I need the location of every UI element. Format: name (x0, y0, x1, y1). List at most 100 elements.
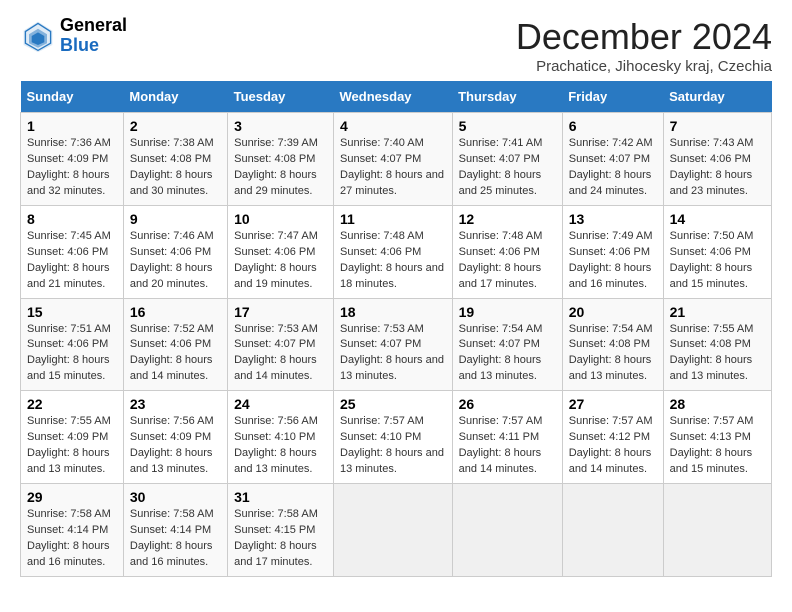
calendar-cell: 20 Sunrise: 7:54 AM Sunset: 4:08 PM Dayl… (562, 298, 663, 391)
day-number: 8 (27, 211, 117, 227)
calendar-cell: 31 Sunrise: 7:58 AM Sunset: 4:15 PM Dayl… (228, 484, 334, 577)
calendar-cell: 7 Sunrise: 7:43 AM Sunset: 4:06 PM Dayli… (663, 113, 771, 206)
header-friday: Friday (562, 81, 663, 113)
sunset-text: Sunset: 4:08 PM (234, 153, 315, 165)
day-number: 10 (234, 211, 327, 227)
header-saturday: Saturday (663, 81, 771, 113)
daylight-text: Daylight: 8 hours and 29 minutes. (234, 169, 317, 197)
sunrise-text: Sunrise: 7:42 AM (569, 137, 653, 149)
day-detail: Sunrise: 7:40 AM Sunset: 4:07 PM Dayligh… (340, 136, 446, 200)
sunset-text: Sunset: 4:14 PM (130, 524, 211, 536)
day-number: 7 (670, 118, 765, 134)
day-detail: Sunrise: 7:39 AM Sunset: 4:08 PM Dayligh… (234, 136, 327, 200)
calendar-cell: 29 Sunrise: 7:58 AM Sunset: 4:14 PM Dayl… (21, 484, 124, 577)
day-number: 23 (130, 396, 221, 412)
logo-icon (20, 18, 56, 54)
calendar-cell: 11 Sunrise: 7:48 AM Sunset: 4:06 PM Dayl… (334, 205, 453, 298)
sunrise-text: Sunrise: 7:50 AM (670, 230, 754, 242)
sunset-text: Sunset: 4:09 PM (130, 431, 211, 443)
sunset-text: Sunset: 4:06 PM (27, 338, 108, 350)
sunrise-text: Sunrise: 7:46 AM (130, 230, 214, 242)
day-detail: Sunrise: 7:57 AM Sunset: 4:13 PM Dayligh… (670, 414, 765, 478)
sunset-text: Sunset: 4:06 PM (130, 338, 211, 350)
day-detail: Sunrise: 7:56 AM Sunset: 4:09 PM Dayligh… (130, 414, 221, 478)
day-detail: Sunrise: 7:57 AM Sunset: 4:10 PM Dayligh… (340, 414, 446, 478)
day-detail: Sunrise: 7:36 AM Sunset: 4:09 PM Dayligh… (27, 136, 117, 200)
day-detail: Sunrise: 7:53 AM Sunset: 4:07 PM Dayligh… (234, 322, 327, 386)
sunset-text: Sunset: 4:12 PM (569, 431, 650, 443)
sunset-text: Sunset: 4:07 PM (340, 338, 421, 350)
day-detail: Sunrise: 7:50 AM Sunset: 4:06 PM Dayligh… (670, 229, 765, 293)
page-header: General Blue December 2024 Prachatice, J… (20, 16, 772, 75)
logo: General Blue (20, 16, 127, 56)
daylight-text: Daylight: 8 hours and 23 minutes. (670, 169, 753, 197)
sunset-text: Sunset: 4:14 PM (27, 524, 108, 536)
daylight-text: Daylight: 8 hours and 25 minutes. (459, 169, 542, 197)
daylight-text: Daylight: 8 hours and 13 minutes. (234, 447, 317, 475)
header-thursday: Thursday (452, 81, 562, 113)
daylight-text: Daylight: 8 hours and 15 minutes. (670, 262, 753, 290)
sunrise-text: Sunrise: 7:43 AM (670, 137, 754, 149)
calendar-cell (334, 484, 453, 577)
header-tuesday: Tuesday (228, 81, 334, 113)
calendar-cell: 17 Sunrise: 7:53 AM Sunset: 4:07 PM Dayl… (228, 298, 334, 391)
calendar-cell: 4 Sunrise: 7:40 AM Sunset: 4:07 PM Dayli… (334, 113, 453, 206)
calendar-cell: 12 Sunrise: 7:48 AM Sunset: 4:06 PM Dayl… (452, 205, 562, 298)
day-detail: Sunrise: 7:55 AM Sunset: 4:09 PM Dayligh… (27, 414, 117, 478)
calendar-cell: 1 Sunrise: 7:36 AM Sunset: 4:09 PM Dayli… (21, 113, 124, 206)
sunset-text: Sunset: 4:13 PM (670, 431, 751, 443)
day-detail: Sunrise: 7:58 AM Sunset: 4:14 PM Dayligh… (130, 507, 221, 571)
day-number: 26 (459, 396, 556, 412)
day-detail: Sunrise: 7:48 AM Sunset: 4:06 PM Dayligh… (459, 229, 556, 293)
day-detail: Sunrise: 7:42 AM Sunset: 4:07 PM Dayligh… (569, 136, 657, 200)
sunrise-text: Sunrise: 7:54 AM (569, 323, 653, 335)
daylight-text: Daylight: 8 hours and 16 minutes. (27, 540, 110, 568)
sunrise-text: Sunrise: 7:41 AM (459, 137, 543, 149)
day-number: 14 (670, 211, 765, 227)
day-detail: Sunrise: 7:45 AM Sunset: 4:06 PM Dayligh… (27, 229, 117, 293)
sunrise-text: Sunrise: 7:52 AM (130, 323, 214, 335)
calendar-cell: 26 Sunrise: 7:57 AM Sunset: 4:11 PM Dayl… (452, 391, 562, 484)
calendar-cell: 3 Sunrise: 7:39 AM Sunset: 4:08 PM Dayli… (228, 113, 334, 206)
sunrise-text: Sunrise: 7:40 AM (340, 137, 424, 149)
daylight-text: Daylight: 8 hours and 21 minutes. (27, 262, 110, 290)
calendar-cell: 30 Sunrise: 7:58 AM Sunset: 4:14 PM Dayl… (123, 484, 227, 577)
sunset-text: Sunset: 4:06 PM (569, 246, 650, 258)
day-detail: Sunrise: 7:53 AM Sunset: 4:07 PM Dayligh… (340, 322, 446, 386)
header-sunday: Sunday (21, 81, 124, 113)
daylight-text: Daylight: 8 hours and 15 minutes. (670, 447, 753, 475)
calendar-cell: 19 Sunrise: 7:54 AM Sunset: 4:07 PM Dayl… (452, 298, 562, 391)
sunrise-text: Sunrise: 7:55 AM (27, 415, 111, 427)
sunset-text: Sunset: 4:07 PM (459, 153, 540, 165)
calendar-week-row: 15 Sunrise: 7:51 AM Sunset: 4:06 PM Dayl… (21, 298, 772, 391)
sunset-text: Sunset: 4:06 PM (459, 246, 540, 258)
daylight-text: Daylight: 8 hours and 13 minutes. (27, 447, 110, 475)
calendar-cell: 10 Sunrise: 7:47 AM Sunset: 4:06 PM Dayl… (228, 205, 334, 298)
sunrise-text: Sunrise: 7:36 AM (27, 137, 111, 149)
calendar-cell: 14 Sunrise: 7:50 AM Sunset: 4:06 PM Dayl… (663, 205, 771, 298)
day-detail: Sunrise: 7:38 AM Sunset: 4:08 PM Dayligh… (130, 136, 221, 200)
daylight-text: Daylight: 8 hours and 14 minutes. (569, 447, 652, 475)
day-number: 21 (670, 304, 765, 320)
sunrise-text: Sunrise: 7:48 AM (459, 230, 543, 242)
sunset-text: Sunset: 4:09 PM (27, 153, 108, 165)
day-detail: Sunrise: 7:46 AM Sunset: 4:06 PM Dayligh… (130, 229, 221, 293)
day-number: 5 (459, 118, 556, 134)
day-number: 29 (27, 489, 117, 505)
calendar-cell: 13 Sunrise: 7:49 AM Sunset: 4:06 PM Dayl… (562, 205, 663, 298)
daylight-text: Daylight: 8 hours and 13 minutes. (569, 354, 652, 382)
sunrise-text: Sunrise: 7:47 AM (234, 230, 318, 242)
daylight-text: Daylight: 8 hours and 30 minutes. (130, 169, 213, 197)
calendar-cell: 28 Sunrise: 7:57 AM Sunset: 4:13 PM Dayl… (663, 391, 771, 484)
daylight-text: Daylight: 8 hours and 17 minutes. (459, 262, 542, 290)
calendar-cell: 24 Sunrise: 7:56 AM Sunset: 4:10 PM Dayl… (228, 391, 334, 484)
day-number: 11 (340, 211, 446, 227)
day-number: 4 (340, 118, 446, 134)
day-number: 2 (130, 118, 221, 134)
sunrise-text: Sunrise: 7:58 AM (27, 508, 111, 520)
calendar-cell: 2 Sunrise: 7:38 AM Sunset: 4:08 PM Dayli… (123, 113, 227, 206)
daylight-text: Daylight: 8 hours and 17 minutes. (234, 540, 317, 568)
sunset-text: Sunset: 4:06 PM (670, 153, 751, 165)
daylight-text: Daylight: 8 hours and 13 minutes. (459, 354, 542, 382)
calendar-cell: 27 Sunrise: 7:57 AM Sunset: 4:12 PM Dayl… (562, 391, 663, 484)
